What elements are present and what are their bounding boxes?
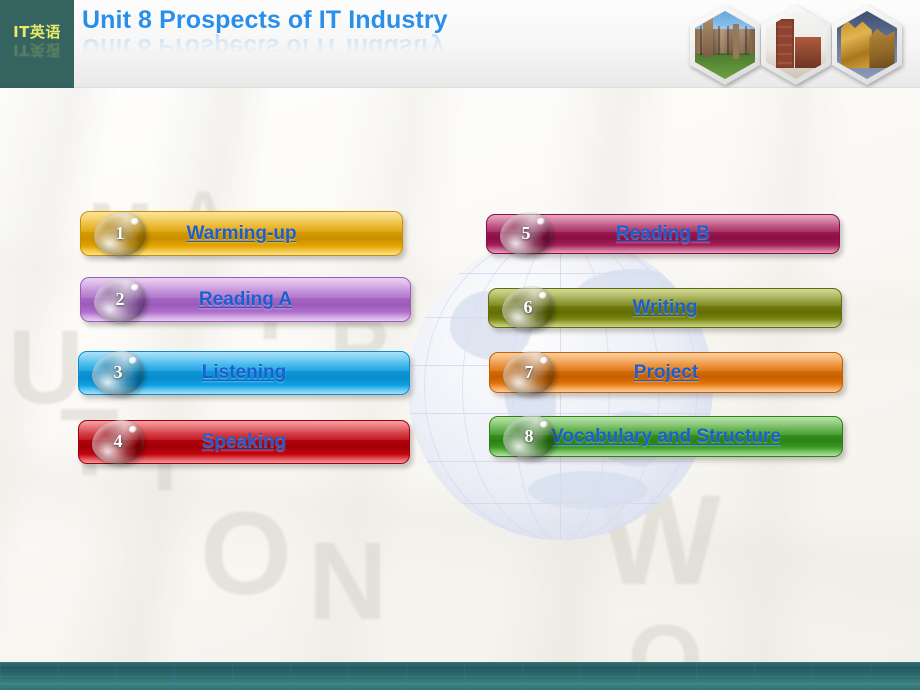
slide-header: IT英语 IT英语 Unit 8 Prospects of IT Industr… [0, 0, 920, 88]
menu-button-8[interactable]: 8 Vocabulary and Structure [489, 414, 843, 459]
menu-button-4[interactable]: 4 Speaking [78, 420, 410, 464]
course-logo: IT英语 IT英语 [0, 0, 74, 88]
gothic-photo [832, 5, 902, 85]
step-number: 3 [113, 362, 123, 383]
header-photo-strip [690, 5, 908, 85]
menu-button-7[interactable]: 7 Project [489, 350, 843, 395]
step-number-droplet: 5 [500, 212, 552, 256]
step-number-droplet: 3 [92, 351, 144, 395]
step-number-droplet: 6 [502, 286, 554, 330]
step-number: 2 [115, 288, 125, 309]
menu-button-2[interactable]: 2 Reading A [80, 277, 411, 322]
step-number: 1 [115, 222, 125, 243]
step-number: 4 [113, 431, 123, 452]
step-number: 5 [521, 223, 531, 244]
menu-button-6[interactable]: 6 Writing [488, 286, 842, 330]
page-title-reflection: Unit 8 Prospects of IT Industry [82, 33, 445, 61]
step-number-droplet: 7 [503, 350, 555, 395]
course-logo-label: IT英语 [13, 23, 61, 41]
menu-button-5[interactable]: 5 Reading B [486, 212, 840, 256]
step-number-droplet: 1 [94, 211, 146, 256]
step-number-droplet: 8 [503, 414, 555, 459]
abbey-photo [690, 5, 760, 85]
step-number-droplet: 4 [92, 420, 144, 464]
ruin-photo [761, 5, 831, 85]
slide-canvas: UMATIONWPRQ IT英语 IT英语 Unit 8 Prospects o… [0, 0, 920, 690]
step-number: 8 [524, 425, 534, 446]
menu-button-3[interactable]: 3 Listening [78, 351, 410, 395]
course-logo-reflection: IT英语 [13, 41, 61, 59]
menu-button-1[interactable]: 1 Warming-up [80, 211, 403, 256]
page-title: Unit 8 Prospects of IT Industry [82, 6, 448, 34]
step-number: 6 [523, 297, 533, 318]
slide-footer [0, 662, 920, 690]
step-number: 7 [524, 361, 534, 382]
step-number-droplet: 2 [94, 277, 146, 322]
